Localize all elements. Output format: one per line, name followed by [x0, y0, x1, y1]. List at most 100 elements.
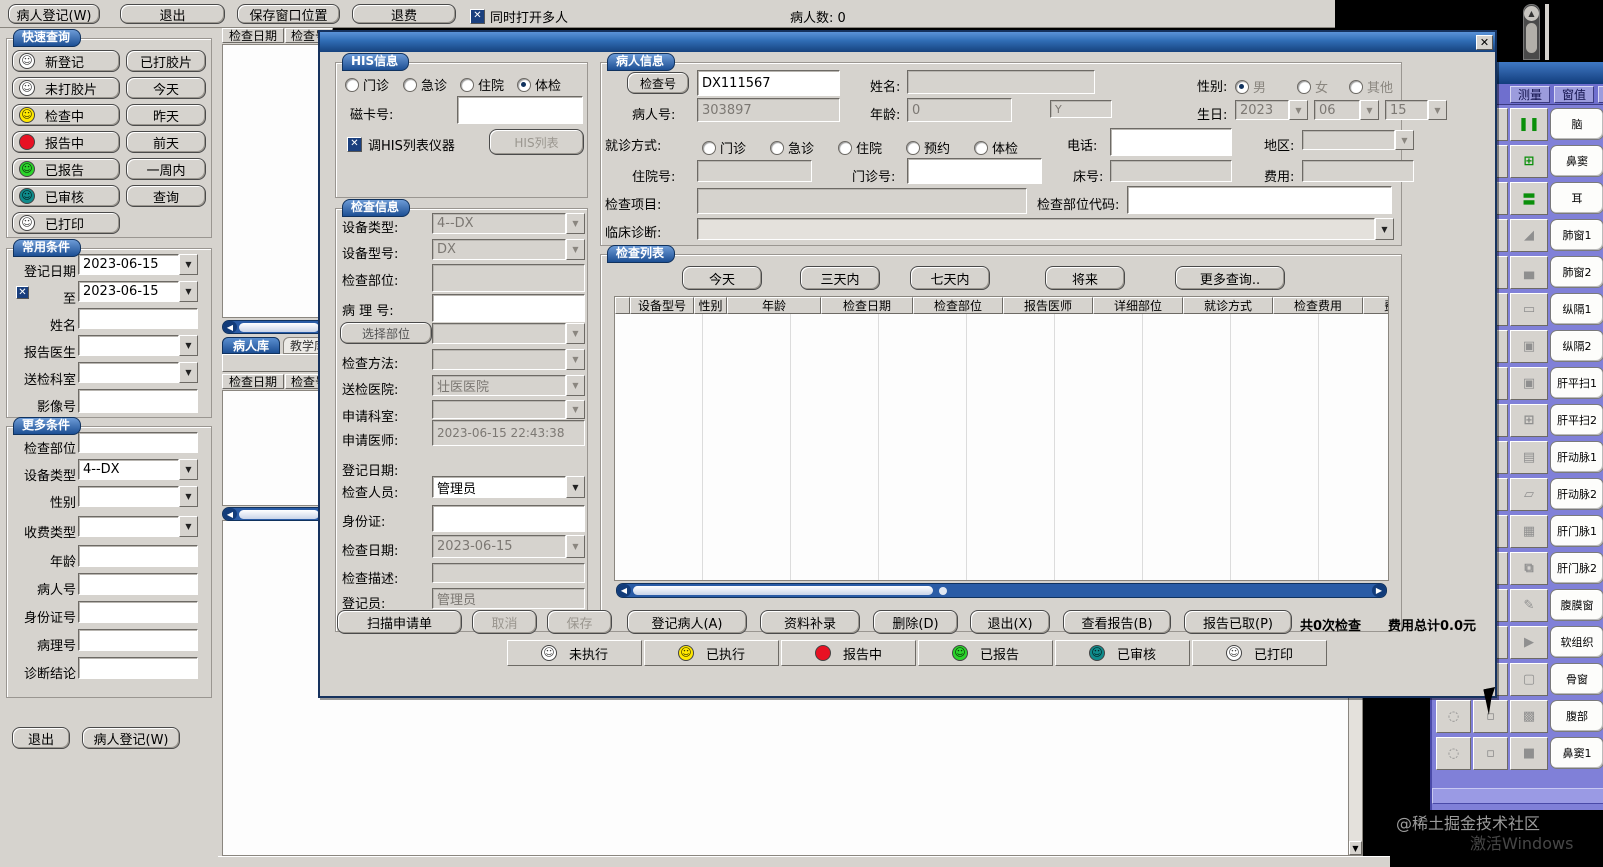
range-week-button[interactable]: 一周内	[126, 158, 206, 180]
range-daybefore-button[interactable]: 前天	[126, 131, 206, 153]
preset-button[interactable]: 腹膜窗	[1550, 589, 1603, 621]
col-report-doctor[interactable]: 报告医师	[1003, 297, 1093, 314]
outpatient-no-input[interactable]	[907, 158, 1042, 184]
layout-tool-icon[interactable]: ✎	[1510, 589, 1548, 622]
status-reported-button[interactable]: ☺ 已报告	[12, 158, 120, 180]
layout-tool-icon[interactable]: 〓	[1510, 182, 1548, 215]
layout-tool-icon[interactable]: ▱	[1510, 478, 1548, 511]
radio-selected-icon[interactable]	[1235, 79, 1249, 94]
preset-button[interactable]: 纵隔1	[1550, 293, 1603, 325]
col-exam-date[interactable]: 检查日期	[821, 297, 913, 314]
exit-button-top[interactable]: 退出	[120, 4, 225, 24]
id-card-input[interactable]	[432, 505, 585, 532]
range-query-button[interactable]: 查询	[126, 185, 206, 207]
filter-7days-button[interactable]: 七天内	[910, 266, 990, 290]
birth-day-combo[interactable]: 15 ▼	[1385, 100, 1447, 120]
preset-button[interactable]: 肝门脉1	[1550, 515, 1603, 547]
dialog-close-button[interactable]: ✕	[1476, 35, 1493, 50]
tab-partial[interactable]	[1598, 86, 1603, 103]
visit-radio-emergency[interactable]: 急诊	[770, 138, 814, 157]
device-type-filter-value[interactable]: 4--DX	[78, 459, 179, 480]
delete-button[interactable]: 删除(D)	[873, 610, 958, 634]
view-report-button[interactable]: 查看报告(B)	[1063, 610, 1171, 634]
scroll-left-icon[interactable]: ◀	[617, 584, 631, 597]
phone-input[interactable]	[1110, 128, 1232, 156]
patient-no-filter-input[interactable]	[78, 573, 198, 595]
chevron-down-icon[interactable]: ▼	[566, 213, 585, 234]
supplement-button[interactable]: 资料补录	[760, 610, 860, 634]
layout-tool-icon[interactable]: ⧉	[1510, 552, 1548, 585]
sidebar-exit-button[interactable]: 退出	[12, 727, 70, 749]
birth-year-combo[interactable]: 2023 ▼	[1235, 100, 1308, 120]
patient-register-button[interactable]: 病人登记(W)	[8, 4, 100, 24]
radio-icon[interactable]	[770, 140, 784, 155]
reg-date-value[interactable]: 2023-06-15	[78, 254, 179, 275]
path-no-filter-input[interactable]	[78, 629, 198, 651]
exam-no-button[interactable]: 检查号	[627, 72, 689, 94]
his-radio-inpatient[interactable]: 住院	[460, 75, 504, 94]
preset-button[interactable]: 鼻窦	[1550, 145, 1603, 177]
method-combo[interactable]: ▼	[432, 349, 585, 370]
path-no-input[interactable]	[432, 294, 585, 322]
report-taken-button[interactable]: 报告已取(P)	[1184, 610, 1292, 634]
preset-button[interactable]: 腹部	[1550, 700, 1603, 732]
scroll-up-icon[interactable]: ▲	[1524, 6, 1539, 21]
preset-button[interactable]: 耳	[1550, 182, 1603, 214]
preset-button[interactable]: 肝动脉2	[1550, 478, 1603, 510]
col-age[interactable]: 年龄	[727, 297, 821, 314]
select-part-button[interactable]: 选择部位	[340, 322, 432, 344]
body-part-filter-input[interactable]	[78, 432, 198, 453]
dialog-titlebar[interactable]	[320, 32, 1495, 52]
layout-tool-icon[interactable]: ⊞	[1510, 404, 1548, 437]
chevron-down-icon[interactable]: ▼	[1289, 100, 1308, 120]
status-examining-button[interactable]: ☺ 检查中	[12, 104, 120, 126]
chevron-down-icon[interactable]: ▼	[179, 516, 198, 537]
filter-today-button[interactable]: 今天	[682, 266, 762, 290]
chevron-down-icon[interactable]: ▼	[566, 239, 585, 260]
scroll-left-icon[interactable]: ◀	[223, 321, 237, 333]
layout-tool-icon[interactable]: ▶	[1510, 626, 1548, 659]
status-reporting-button[interactable]: ☺ 报告中	[12, 131, 120, 153]
layout-tool-icon[interactable]: ⊞	[1510, 145, 1548, 178]
tab-patient-lib[interactable]: 病人库	[222, 337, 280, 354]
gender-radio-other[interactable]: 其他	[1349, 77, 1393, 96]
bg-col-exam-date-2[interactable]: 检查日期	[222, 374, 284, 389]
report-doctor-combo[interactable]: ▼	[78, 335, 198, 356]
chevron-down-icon[interactable]: ▼	[179, 281, 198, 302]
radio-icon[interactable]	[838, 140, 852, 155]
col-detail-part[interactable]: 详细部位	[1093, 297, 1183, 314]
preset-button[interactable]: 肺窗1	[1550, 219, 1603, 251]
chevron-down-icon[interactable]: ▼	[1375, 218, 1394, 240]
layout-tool-icon[interactable]: ◢	[1510, 219, 1548, 252]
save-window-pos-button[interactable]: 保存窗口位置	[237, 4, 340, 24]
preset-button[interactable]: 软组织	[1550, 626, 1603, 658]
chevron-down-icon[interactable]: ▼	[566, 375, 585, 396]
preset-button[interactable]: 肺窗2	[1550, 256, 1603, 288]
scroll-left-icon[interactable]: ◀	[223, 508, 237, 520]
layout-tool-icon[interactable]: ▣	[1510, 330, 1548, 363]
preset-button[interactable]: 骨窗	[1550, 663, 1603, 695]
layout-tool-icon[interactable]: ▩	[1510, 700, 1548, 733]
hospital-combo[interactable]: 壮医医院 ▼	[432, 375, 585, 396]
image-no-input[interactable]	[78, 389, 198, 413]
visit-radio-outpatient[interactable]: 门诊	[702, 138, 746, 157]
to-date-combo[interactable]: 2023-06-15 ▼	[78, 281, 198, 302]
exam-date-combo[interactable]: 2023-06-15 ▼	[432, 535, 585, 558]
col-fee-type[interactable]: 费用类别	[1363, 297, 1388, 314]
bg-col-exam-date[interactable]: 检查日期	[222, 28, 284, 43]
checkbox-checked-icon[interactable]: ✕	[347, 137, 362, 152]
layout-tool-icon[interactable]: ▦	[1510, 515, 1548, 548]
legend-reporting[interactable]: ☺ 报告中	[781, 640, 916, 666]
scan-request-button[interactable]: 扫描申请单	[337, 610, 462, 634]
col-visit-mode[interactable]: 就诊方式	[1183, 297, 1273, 314]
report-doctor-value[interactable]	[78, 335, 179, 356]
his-device-checkbox[interactable]: ✕ 调HIS列表仪器	[347, 135, 455, 154]
exam-no-input[interactable]: DX111567	[697, 70, 840, 96]
col-status[interactable]	[615, 297, 630, 314]
preset-button[interactable]: 鼻窦1	[1550, 737, 1603, 769]
clinical-dx-combo[interactable]: ▼	[697, 218, 1394, 240]
preset-button[interactable]: 肝动脉1	[1550, 441, 1603, 473]
radio-icon[interactable]	[403, 77, 417, 92]
fee-type-filter-combo[interactable]: ▼	[78, 516, 198, 537]
radio-icon[interactable]	[460, 77, 474, 92]
